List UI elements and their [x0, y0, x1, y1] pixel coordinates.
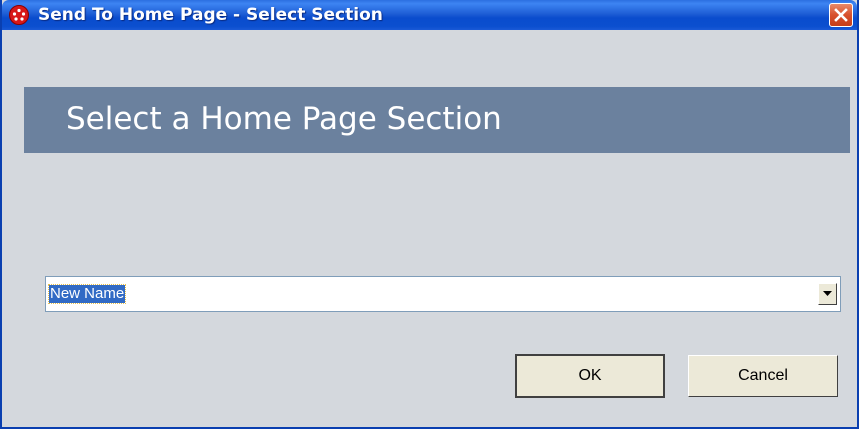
close-button[interactable] [829, 3, 853, 27]
ok-button[interactable]: OK [515, 354, 665, 398]
page-title: Select a Home Page Section [66, 101, 502, 137]
section-select[interactable]: New Name [45, 276, 841, 312]
cancel-button[interactable]: Cancel [688, 355, 838, 397]
app-icon [9, 5, 29, 25]
window-title: Send To Home Page - Select Section [38, 5, 383, 25]
dropdown-button[interactable] [818, 283, 837, 305]
dialog-window: Send To Home Page - Select Section Selec… [0, 0, 859, 429]
section-select-value[interactable]: New Name [47, 284, 127, 304]
chevron-down-icon [823, 291, 832, 296]
title-bar[interactable]: Send To Home Page - Select Section [2, 0, 857, 30]
close-icon [834, 8, 848, 22]
header-band: Select a Home Page Section [24, 87, 850, 153]
